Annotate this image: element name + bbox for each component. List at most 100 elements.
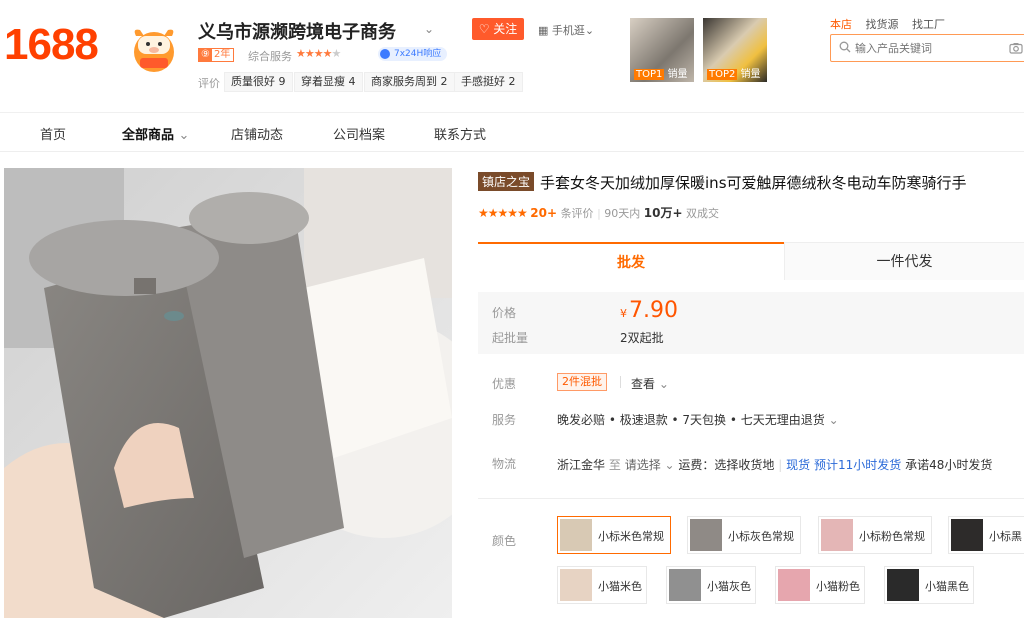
rating-row: ★★★★★ 20+ 条评价 | 90天内 10万+ 双成交 <box>478 206 720 220</box>
camera-icon[interactable] <box>1009 42 1023 54</box>
shop-nav: 首页 全部商品 ⌄ 店铺动态 公司档案 联系方式 <box>0 112 1024 152</box>
color-option-label: 小猫灰色 <box>707 580 751 593</box>
color-thumbnail <box>887 569 919 601</box>
nav-item-all-products[interactable]: 全部商品 ⌄ <box>122 124 189 143</box>
follow-label: 关注 <box>493 22 518 36</box>
promo-label: 优惠 <box>492 377 517 391</box>
destination-select[interactable]: 请选择 <box>625 458 661 472</box>
color-thumbnail <box>821 519 853 551</box>
nav-item-home[interactable]: 首页 <box>40 124 66 143</box>
color-option-label: 小标黑 <box>989 530 1022 543</box>
top-product-label: TOP1 销量 <box>634 69 688 80</box>
divider <box>620 376 621 388</box>
price-label: 价格 <box>492 306 517 320</box>
chevron-down-icon[interactable]: ⌄ <box>665 458 675 472</box>
color-option[interactable]: 小标米色常规 <box>557 516 671 554</box>
moq-value: 2双起批 <box>620 331 664 345</box>
color-option-label: 小猫黑色 <box>925 580 969 593</box>
color-option-label: 小猫米色 <box>598 580 642 593</box>
review-label: 评价 <box>198 77 220 90</box>
mix-batch-badge: 2件混批 <box>557 373 607 391</box>
ship-estimate: 预计11小时发货 <box>813 458 902 472</box>
tab-wholesale[interactable]: 批发 <box>478 242 784 280</box>
sales-count: 10万+ <box>643 206 683 220</box>
search-icon <box>839 41 851 53</box>
price-value: ¥7.90 <box>620 298 678 323</box>
search-scope-tabs: 本店 找货源 找工厂 <box>830 16 955 32</box>
badge-icon: ⑨ <box>199 49 212 61</box>
tab-dropship[interactable]: 一件代发 <box>784 242 1024 280</box>
product-main-image[interactable] <box>4 168 452 618</box>
nav-item-profile[interactable]: 公司档案 <box>333 124 385 143</box>
service-text: 晚发必赔 • 极速退款 • 7天包换 • 七天无理由退货 <box>557 413 825 427</box>
chevron-down-icon[interactable]: ⌄ <box>424 22 434 36</box>
search-box <box>830 34 1024 62</box>
search-tab-source[interactable]: 找货源 <box>866 18 899 31</box>
color-thumbnail <box>690 519 722 551</box>
search-tab-factory[interactable]: 找工厂 <box>912 18 945 31</box>
divider <box>478 498 1024 499</box>
color-option-label: 小猫粉色 <box>816 580 860 593</box>
color-option[interactable]: 小标粉色常规 <box>818 516 932 554</box>
nav-item-news[interactable]: 店铺动态 <box>231 124 283 143</box>
follow-button[interactable]: ♡ 关注 <box>472 18 524 40</box>
sales-label: 双成交 <box>686 207 720 220</box>
color-option[interactable]: 小猫粉色 <box>775 566 865 604</box>
color-thumbnail <box>669 569 701 601</box>
year-badge: ⑨ 2年 <box>198 48 235 62</box>
product-title-row: 镇店之宝 手套女冬天加绒加厚保暖ins可爱触屏德绒秋冬电动车防寒骑行手 <box>478 172 1024 194</box>
color-option[interactable]: 小标灰色常规 <box>687 516 801 554</box>
logistics-label: 物流 <box>492 457 517 471</box>
moq-label: 起批量 <box>492 331 529 345</box>
nav-item-contact[interactable]: 联系方式 <box>434 124 486 143</box>
promo-view-link[interactable]: 查看 ⌄ <box>631 375 669 392</box>
reviews-count[interactable]: 20+ <box>530 206 557 220</box>
year-badge-text: 2年 <box>213 49 231 60</box>
color-option-label: 小标粉色常规 <box>859 530 925 543</box>
sales-period: 90天内 <box>604 207 641 220</box>
response-badge: 7x24H响应 <box>378 47 448 61</box>
color-thumbnail <box>951 519 983 551</box>
site-logo[interactable]: 1688 <box>4 20 99 70</box>
logistics-row: 浙江金华 至 请选择 ⌄ 运费：选择收货地 | 现货 预计11小时发货 承诺48… <box>557 458 993 472</box>
heart-icon: ♡ <box>478 22 490 36</box>
chevron-down-icon: ⌄ <box>828 413 839 427</box>
qr-icon: ▦ <box>538 24 549 37</box>
currency-symbol: ¥ <box>620 307 627 320</box>
origin-city: 浙江金华 <box>557 458 606 472</box>
search-input[interactable] <box>855 39 1005 57</box>
top-product-2[interactable]: TOP2 销量 <box>703 18 767 82</box>
top-product-1[interactable]: TOP1 销量 <box>630 18 694 82</box>
color-option[interactable]: 小猫黑色 <box>884 566 974 604</box>
color-option[interactable]: 小猫米色 <box>557 566 647 604</box>
chevron-down-icon: ⌄ <box>178 128 190 143</box>
color-option-label: 小标米色常规 <box>598 530 664 543</box>
shop-header: 1688 义乌市源濒跨境电子商务 ⌄ ♡ 关注 ▦ 手机逛⌄ ⑨ 2年 综合服务 … <box>0 0 1024 112</box>
product-title: 手套女冬天加绒加厚保暖ins可爱触屏德绒秋冬电动车防寒骑行手 <box>540 174 967 192</box>
rating-stars: ★★★★★ <box>478 206 528 220</box>
service-stars: ★★★★★ <box>296 47 341 60</box>
reviews-label: 条评价 <box>560 207 594 220</box>
color-option[interactable]: 小猫灰色 <box>666 566 756 604</box>
to-label: 至 <box>608 458 621 472</box>
review-tag[interactable]: 手感挺好 2 <box>454 72 523 92</box>
color-thumbnail <box>560 569 592 601</box>
shop-name[interactable]: 义乌市源濒跨境电子商务 <box>198 18 396 44</box>
shop-avatar[interactable] <box>130 22 178 72</box>
service-guarantees[interactable]: 晚发必赔 • 极速退款 • 7天包换 • 七天无理由退货 ⌄ <box>557 411 839 428</box>
search-tab-shop[interactable]: 本店 <box>830 18 852 31</box>
mobile-browse-link[interactable]: ▦ 手机逛⌄ <box>538 22 594 38</box>
color-option-label: 小标灰色常规 <box>728 530 794 543</box>
price-panel: 价格 ¥7.90 起批量 2双起批 <box>478 292 1024 354</box>
color-label: 颜色 <box>492 534 517 548</box>
chevron-down-icon: ⌄ <box>658 377 669 391</box>
mobile-label: 手机逛 <box>551 24 585 37</box>
freight-text[interactable]: 运费：选择收货地 <box>678 458 774 472</box>
review-tag[interactable]: 质量很好 9 <box>224 72 293 92</box>
color-thumbnail <box>560 519 592 551</box>
service-label: 综合服务 <box>248 50 292 63</box>
review-tag[interactable]: 商家服务周到 2 <box>364 72 455 92</box>
color-option[interactable]: 小标黑 <box>948 516 1024 554</box>
promo-view-label: 查看 <box>631 377 656 391</box>
review-tag[interactable]: 穿着显瘦 4 <box>294 72 363 92</box>
